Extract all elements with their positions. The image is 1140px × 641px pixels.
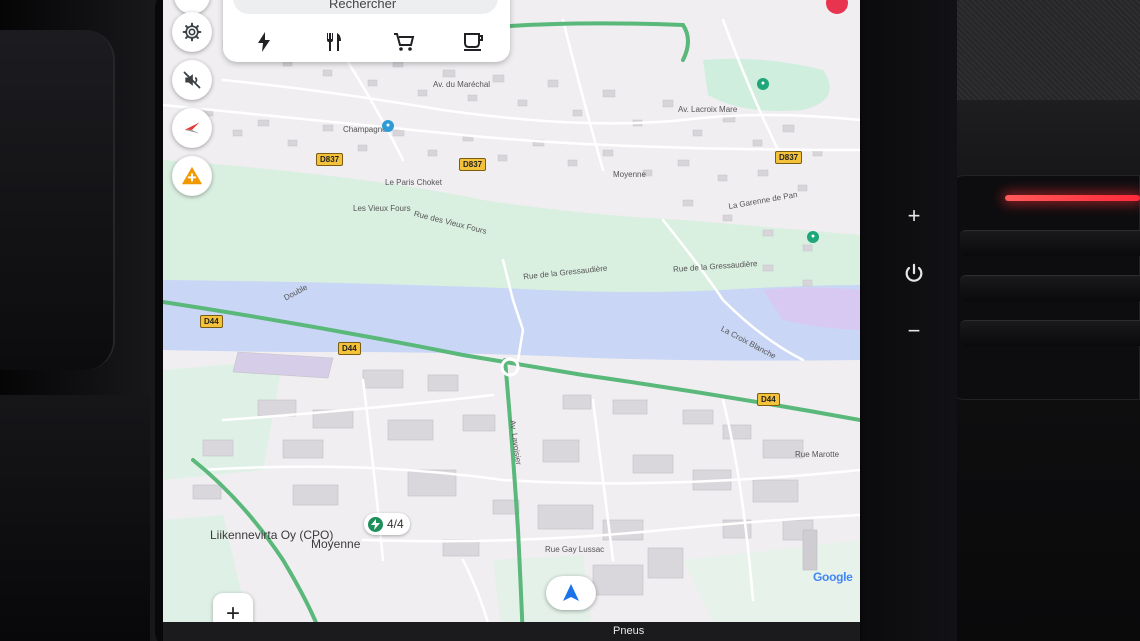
dashboard-fabric bbox=[935, 0, 1140, 100]
ambient-light-strip bbox=[1005, 195, 1140, 201]
air-vent-slat bbox=[960, 320, 1140, 346]
current-location-button[interactable] bbox=[546, 576, 596, 610]
traffic-alert-icon bbox=[181, 166, 203, 185]
map-screen[interactable]: Av. du Maréchal Champagne Le Paris Choke… bbox=[163, 0, 860, 641]
road-shield: D44 bbox=[200, 315, 223, 328]
compass-icon bbox=[184, 122, 200, 134]
shopping-cart-icon bbox=[394, 33, 415, 51]
lightning-icon bbox=[258, 32, 270, 52]
map-street-label: Rue Gay Lussac bbox=[545, 545, 605, 554]
google-attribution: Google bbox=[813, 570, 853, 584]
category-cafe-button[interactable] bbox=[458, 26, 490, 58]
place-pin-icon[interactable]: ● bbox=[382, 120, 394, 132]
map-street-label: Av. du Maréchal bbox=[433, 80, 491, 89]
compass-button[interactable] bbox=[172, 108, 212, 148]
volume-down-button[interactable]: − bbox=[897, 314, 931, 348]
settings-button[interactable] bbox=[172, 12, 212, 52]
report-incident-button[interactable] bbox=[172, 156, 212, 196]
map-place-label: Champagne bbox=[343, 125, 387, 134]
category-restaurant-button[interactable] bbox=[318, 26, 350, 58]
charger-availability: 4/4 bbox=[387, 517, 404, 531]
air-vent-slat bbox=[960, 230, 1140, 256]
map-street-label: Le Paris Choket bbox=[385, 178, 442, 187]
category-shopping-button[interactable] bbox=[388, 26, 420, 58]
map-street-label: Av. Lacroix Mare bbox=[678, 105, 738, 114]
door-panel bbox=[0, 30, 115, 370]
gear-icon bbox=[182, 22, 202, 42]
ev-charger-marker[interactable]: 4/4 bbox=[364, 513, 410, 535]
charger-city-label: Moyenne bbox=[311, 537, 361, 551]
road-shield: D837 bbox=[775, 151, 803, 164]
coffee-icon bbox=[464, 33, 483, 51]
search-input[interactable]: Rechercher bbox=[233, 0, 498, 14]
park-pin-icon[interactable]: ● bbox=[757, 78, 769, 90]
search-panel: Rechercher bbox=[223, 0, 510, 62]
category-charging-button[interactable] bbox=[248, 26, 280, 58]
map-place-label: Moyenne bbox=[613, 170, 646, 179]
power-icon[interactable] bbox=[903, 263, 925, 285]
park-pin-icon[interactable]: ● bbox=[807, 231, 819, 243]
volume-up-button[interactable]: + bbox=[897, 199, 931, 233]
mute-button[interactable] bbox=[172, 60, 212, 100]
map-canvas[interactable] bbox=[163, 0, 860, 641]
navigation-arrow-icon bbox=[563, 584, 579, 601]
air-vent-slat bbox=[960, 275, 1140, 301]
map-street-label: Rue Marotte bbox=[795, 450, 840, 459]
restaurant-icon bbox=[327, 33, 341, 51]
ev-charger-icon bbox=[368, 516, 383, 532]
map-place-label: Les Vieux Fours bbox=[353, 204, 411, 213]
road-shield: D44 bbox=[757, 393, 780, 406]
road-shield: D837 bbox=[459, 158, 487, 171]
sound-muted-icon bbox=[183, 71, 201, 89]
road-shield: D44 bbox=[338, 342, 361, 355]
bottom-info-bar[interactable]: Pneus bbox=[163, 622, 860, 641]
road-shield: D837 bbox=[316, 153, 344, 166]
dashboard-left-lower bbox=[0, 395, 150, 641]
